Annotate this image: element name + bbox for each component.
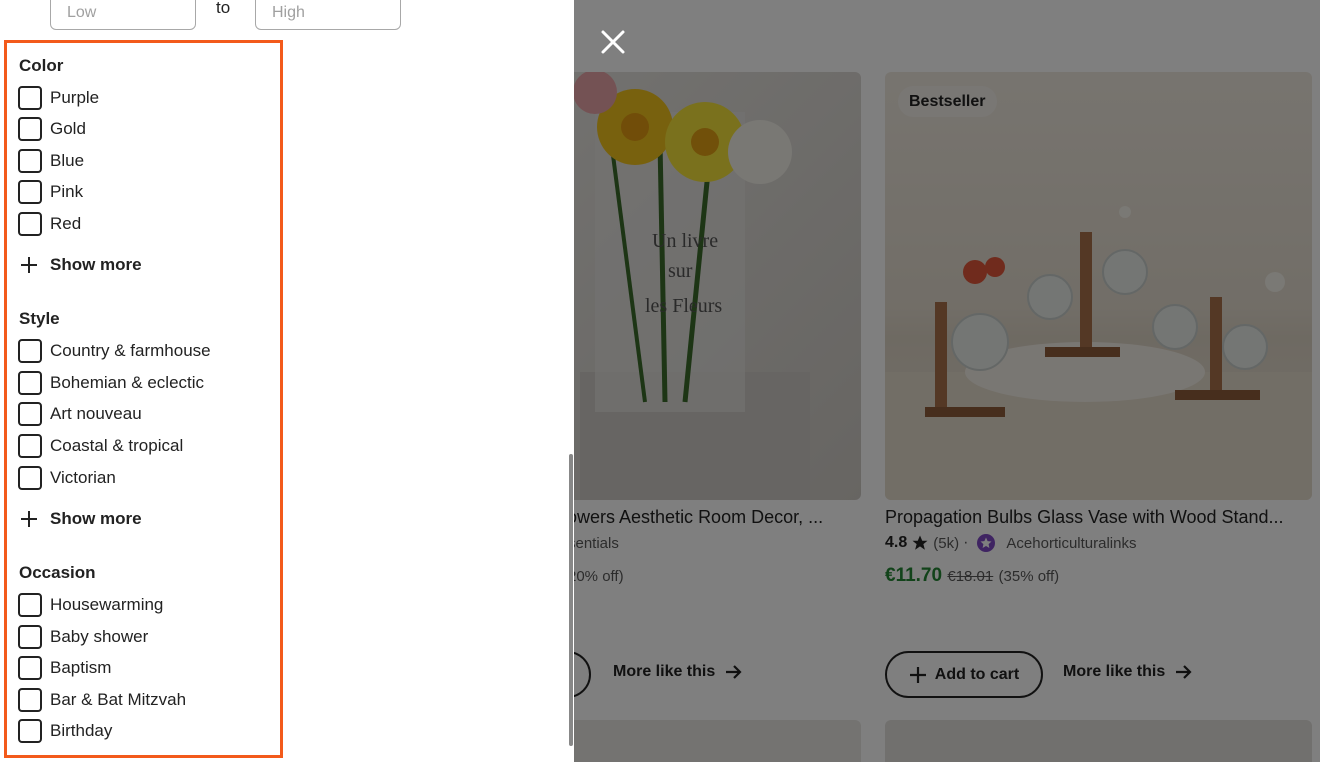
checkbox[interactable] <box>18 339 42 363</box>
checkbox[interactable] <box>18 86 42 110</box>
option-label: Art nouveau <box>50 404 142 423</box>
option-label: Pink <box>50 182 84 201</box>
option-label: Baptism <box>50 658 112 677</box>
close-icon <box>601 30 625 54</box>
show-more-label: Show more <box>50 255 142 274</box>
style-option-art-nouveau[interactable]: Art nouveau <box>18 401 142 427</box>
panel-scrollbar[interactable] <box>569 454 573 746</box>
checkbox[interactable] <box>18 180 42 204</box>
color-section-title: Color <box>19 56 64 75</box>
checkbox[interactable] <box>18 149 42 173</box>
occasion-option-bar-bat-mitzvah[interactable]: Bar & Bat Mitzvah <box>18 687 186 713</box>
style-option-bohemian-eclectic[interactable]: Bohemian & eclectic <box>18 370 204 396</box>
plus-icon <box>21 257 37 273</box>
color-option-pink[interactable]: Pink <box>18 179 83 205</box>
checkbox[interactable] <box>18 371 42 395</box>
price-high-input[interactable] <box>255 0 401 30</box>
style-show-more-button[interactable]: Show more <box>20 507 142 531</box>
option-label: Coastal & tropical <box>50 436 184 455</box>
option-label: Bohemian & eclectic <box>50 373 205 392</box>
option-label: Purple <box>50 88 100 107</box>
checkbox[interactable] <box>18 656 42 680</box>
checkbox[interactable] <box>18 434 42 458</box>
option-label: Gold <box>50 119 86 138</box>
style-option-country-farmhouse[interactable]: Country & farmhouse <box>18 338 211 364</box>
style-option-victorian[interactable]: Victorian <box>18 465 116 491</box>
option-label: Country & farmhouse <box>50 341 211 360</box>
checkbox[interactable] <box>18 117 42 141</box>
checkbox[interactable] <box>18 402 42 426</box>
close-button[interactable] <box>595 24 631 60</box>
checkbox[interactable] <box>18 593 42 617</box>
option-label: Victorian <box>50 468 116 487</box>
occasion-option-baby-shower[interactable]: Baby shower <box>18 624 148 650</box>
checkbox[interactable] <box>18 212 42 236</box>
option-label: Red <box>50 214 82 233</box>
style-section-title: Style <box>19 309 60 328</box>
price-low-input[interactable] <box>50 0 196 30</box>
occasion-option-baptism[interactable]: Baptism <box>18 655 111 681</box>
checkbox[interactable] <box>18 466 42 490</box>
checkbox[interactable] <box>18 719 42 743</box>
option-label: Birthday <box>50 721 113 740</box>
color-option-gold[interactable]: Gold <box>18 116 86 142</box>
plus-icon <box>21 511 37 527</box>
occasion-option-birthday[interactable]: Birthday <box>18 718 112 744</box>
option-label: Blue <box>50 151 85 170</box>
option-label: Baby shower <box>50 627 149 646</box>
occasion-option-housewarming[interactable]: Housewarming <box>18 592 163 618</box>
color-option-blue[interactable]: Blue <box>18 148 84 174</box>
filter-panel: to Color Purple Gold Blue Pink Red Show … <box>0 0 574 762</box>
option-label: Bar & Bat Mitzvah <box>50 690 187 709</box>
checkbox[interactable] <box>18 625 42 649</box>
option-label: Housewarming <box>50 595 164 614</box>
color-option-red[interactable]: Red <box>18 211 81 237</box>
checkbox[interactable] <box>18 688 42 712</box>
occasion-section-title: Occasion <box>19 563 96 582</box>
color-show-more-button[interactable]: Show more <box>20 253 142 277</box>
color-option-purple[interactable]: Purple <box>18 85 99 111</box>
style-option-coastal-tropical[interactable]: Coastal & tropical <box>18 433 183 459</box>
price-range-separator: to <box>216 0 231 17</box>
show-more-label: Show more <box>50 509 142 528</box>
